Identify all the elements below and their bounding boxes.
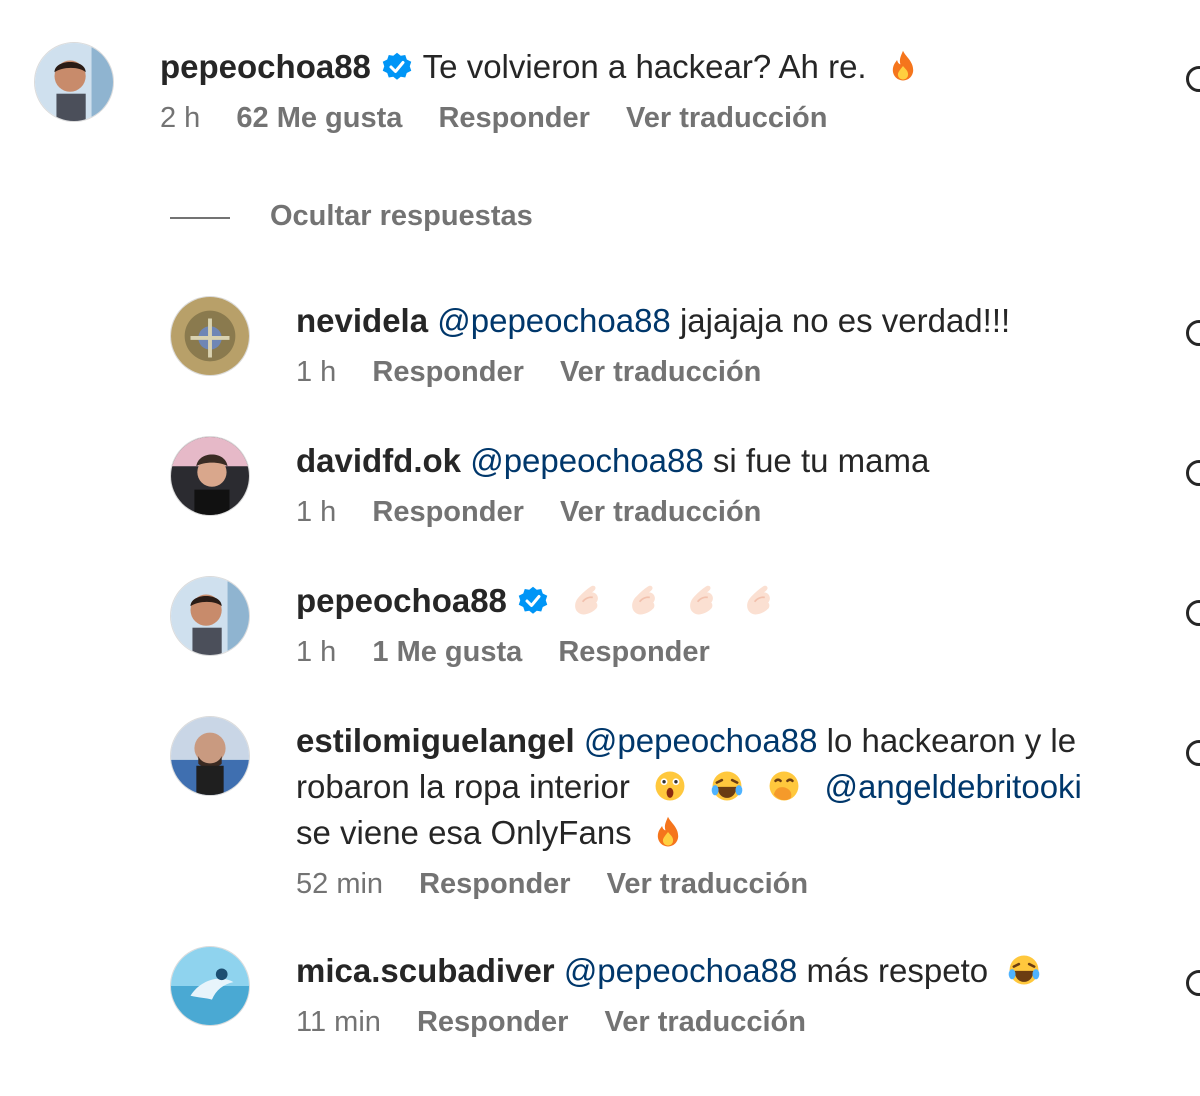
heart-icon[interactable]: [1186, 66, 1200, 92]
verified-badge-icon: [382, 52, 412, 82]
reply-button[interactable]: Responder: [558, 636, 709, 668]
profile-photo: [171, 437, 249, 515]
reply-username[interactable]: davidfd.ok: [296, 442, 461, 479]
translate-button[interactable]: Ver traducción: [560, 356, 761, 388]
raised-fist-icon: [741, 583, 775, 617]
reply-time[interactable]: 11 min: [296, 1006, 381, 1038]
reply-meta: 11 min Responder Ver traducción: [296, 1006, 1126, 1039]
fire-icon: [651, 815, 685, 849]
reply-time[interactable]: 1 h: [296, 636, 336, 668]
fire-icon: [886, 49, 920, 83]
reply-meta: 1 h Responder Ver traducción: [296, 356, 1126, 389]
hide-replies-label[interactable]: Ocultar respuestas: [270, 200, 533, 233]
heart-icon[interactable]: [1186, 740, 1200, 766]
translate-button[interactable]: Ver traducción: [605, 1006, 806, 1038]
heart-icon[interactable]: [1186, 970, 1200, 996]
mention-link[interactable]: @pepeochoa88: [470, 442, 704, 479]
mention-link[interactable]: @pepeochoa88: [584, 722, 818, 759]
heart-icon[interactable]: [1186, 320, 1200, 346]
reply-meta: 52 min Responder Ver traducción: [296, 868, 1126, 901]
avatar[interactable]: [170, 946, 250, 1026]
astonished-face-icon: [653, 769, 687, 803]
reply-text: más respeto: [806, 952, 989, 989]
profile-photo: [171, 297, 249, 375]
mention-link[interactable]: @angeldebritooki: [825, 768, 1082, 805]
reply-username[interactable]: nevidela: [296, 302, 428, 339]
avatar[interactable]: [170, 436, 250, 516]
profile-photo: [35, 43, 113, 121]
reply-button[interactable]: Responder: [417, 1006, 568, 1038]
translate-button[interactable]: Ver traducción: [626, 102, 827, 134]
translate-button[interactable]: Ver traducción: [607, 868, 808, 900]
raised-fist-icon: [569, 583, 603, 617]
reply-text: lo hackearon y le: [826, 722, 1077, 759]
reply-text: jajajaja no es verdad!!!: [679, 302, 1011, 339]
heart-icon[interactable]: [1186, 600, 1200, 626]
reply-username[interactable]: mica.scubadiver: [296, 952, 555, 989]
profile-photo: [171, 947, 249, 1025]
reply-button[interactable]: Responder: [372, 356, 523, 388]
reply-text-line2: robaron la ropa interior: [296, 768, 630, 805]
comment-meta: 2 h 62 Me gusta Responder Ver traducción: [160, 102, 990, 135]
reply-meta: 1 h 1 Me gusta Responder: [296, 636, 1126, 669]
reply-time[interactable]: 1 h: [296, 356, 336, 388]
avatar[interactable]: [170, 576, 250, 656]
reply-text: si fue tu mama: [712, 442, 930, 479]
mention-link[interactable]: @pepeochoa88: [564, 952, 798, 989]
comment-text: Te volvieron a hackear? Ah re.: [422, 48, 867, 85]
profile-photo: [171, 577, 249, 655]
reply-username[interactable]: pepeochoa88: [296, 582, 507, 619]
reply-time[interactable]: 52 min: [296, 868, 383, 900]
reply-button[interactable]: Responder: [372, 496, 523, 528]
heart-icon[interactable]: [1186, 460, 1200, 486]
divider: [170, 217, 230, 219]
hand-over-mouth-icon: [767, 769, 801, 803]
likes-count[interactable]: 1 Me gusta: [372, 636, 522, 668]
reply-text-line3: se viene esa OnlyFans: [296, 814, 632, 851]
reply-button[interactable]: Responder: [419, 868, 570, 900]
likes-count[interactable]: 62 Me gusta: [236, 102, 402, 134]
reply-button[interactable]: Responder: [438, 102, 589, 134]
reply-time[interactable]: 1 h: [296, 496, 336, 528]
mention-link[interactable]: @pepeochoa88: [437, 302, 671, 339]
laughing-tears-icon: [710, 769, 744, 803]
translate-button[interactable]: Ver traducción: [560, 496, 761, 528]
avatar[interactable]: [170, 716, 250, 796]
laughing-tears-icon: [1007, 953, 1041, 987]
reply-username[interactable]: estilomiguelangel: [296, 722, 575, 759]
comment-time[interactable]: 2 h: [160, 102, 200, 134]
avatar[interactable]: [170, 296, 250, 376]
raised-fist-icon: [626, 583, 660, 617]
reply-meta: 1 h Responder Ver traducción: [296, 496, 1126, 529]
comment-username[interactable]: pepeochoa88: [160, 48, 371, 85]
raised-fist-icon: [684, 583, 718, 617]
verified-badge-icon: [518, 586, 548, 616]
avatar[interactable]: [34, 42, 114, 122]
profile-photo: [171, 717, 249, 795]
